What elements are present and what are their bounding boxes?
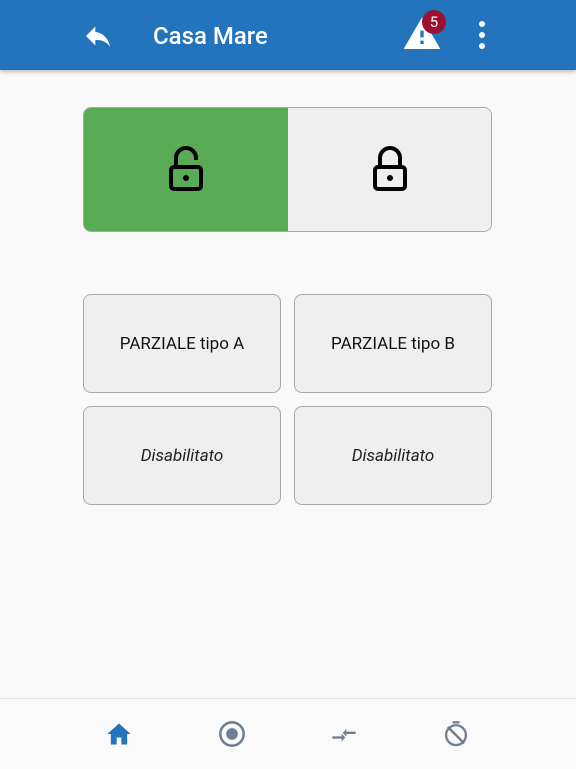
alerts-count-badge: 5 <box>422 10 446 34</box>
reply-icon <box>86 26 110 47</box>
lock-closed-icon <box>372 145 407 191</box>
compress-arrows-icon <box>332 728 356 742</box>
app-bar: Casa Mare 5 <box>0 0 576 70</box>
bottom-navigation <box>0 698 576 769</box>
home-icon <box>107 723 131 745</box>
back-button[interactable] <box>82 20 114 52</box>
overflow-menu-button[interactable] <box>470 18 494 52</box>
arming-toggle-group <box>83 107 492 232</box>
partial-c-button[interactable]: Disabilitato <box>83 406 281 505</box>
nav-timer[interactable] <box>441 719 471 749</box>
record-icon <box>219 721 245 747</box>
page-title: Casa Mare <box>153 22 268 50</box>
partial-d-button[interactable]: Disabilitato <box>294 406 492 505</box>
partial-b-button[interactable]: PARZIALE tipo B <box>294 294 492 393</box>
timer-off-icon <box>444 721 468 747</box>
nav-home[interactable] <box>104 719 134 749</box>
more-vert-icon <box>479 21 485 49</box>
nav-compress[interactable] <box>329 719 359 749</box>
partial-a-button[interactable]: PARZIALE tipo A <box>83 294 281 393</box>
arm-button[interactable] <box>288 108 491 231</box>
nav-record[interactable] <box>217 719 247 749</box>
disarm-button[interactable] <box>84 108 288 231</box>
lock-open-icon <box>168 145 203 191</box>
